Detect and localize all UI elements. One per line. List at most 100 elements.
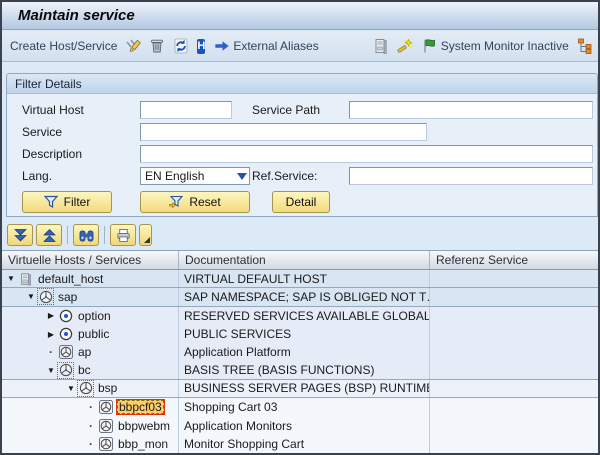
filter-details-body: Virtual Host Service Path Service Descri… — [7, 94, 597, 216]
maintain-service-window: Maintain service Create Host/Service H E… — [0, 0, 600, 455]
host-icon[interactable] — [18, 271, 33, 286]
edit-pencil-icon[interactable] — [125, 37, 141, 55]
service-path-label: Service Path — [252, 102, 320, 118]
referenz-service-cell[interactable] — [430, 435, 598, 453]
expander-icon[interactable]: ▼ — [66, 384, 76, 393]
service-icon[interactable] — [98, 418, 113, 433]
referenz-service-cell[interactable] — [430, 343, 598, 361]
reset-button[interactable]: Reset — [140, 191, 250, 213]
system-monitor-button[interactable]: System Monitor Inactive — [421, 37, 569, 55]
services-tree-table: Virtuelle Hosts / Services Documentation… — [2, 250, 598, 453]
service-tree-icon[interactable] — [58, 363, 73, 378]
create-host-service-button[interactable]: Create Host/Service — [10, 39, 117, 53]
table-row[interactable]: ▼ bsp BUSINESS SERVER PAGES (BSP) RUNTIME — [2, 380, 598, 398]
external-arrow-icon — [213, 37, 231, 55]
option-icon[interactable] — [58, 327, 73, 342]
expander-icon[interactable]: ▼ — [46, 366, 56, 375]
service-name[interactable]: bbpwebm — [116, 419, 172, 433]
documentation-cell[interactable]: BUSINESS SERVER PAGES (BSP) RUNTIME — [179, 380, 430, 397]
service-name[interactable]: bc — [76, 363, 93, 377]
table-row[interactable]: ·apApplication Platform — [2, 343, 598, 361]
service-tree-icon[interactable] — [38, 289, 53, 304]
filter-details-title: Filter Details — [15, 77, 82, 91]
service-name[interactable]: bbp_mon — [116, 437, 170, 451]
documentation-cell[interactable]: Application Monitors — [179, 416, 430, 434]
referenz-service-cell[interactable] — [430, 288, 598, 305]
tree-rows: ▼default_hostVIRTUAL DEFAULT HOST▼sapSAP… — [2, 270, 598, 453]
service-name[interactable]: default_host — [36, 272, 105, 286]
print-icon[interactable] — [110, 224, 136, 246]
service-name[interactable]: ap — [76, 345, 93, 359]
referenz-service-cell[interactable] — [430, 380, 598, 397]
service-path-field[interactable] — [349, 101, 593, 119]
documentation-cell[interactable]: PUBLIC SERVICES — [179, 325, 430, 343]
documentation-cell[interactable]: Application Platform — [179, 343, 430, 361]
green-flag-icon — [421, 37, 439, 55]
table-row[interactable]: ▶ public PUBLIC SERVICES — [2, 325, 598, 343]
ref-service-field[interactable] — [349, 167, 593, 185]
referenz-service-cell[interactable] — [430, 307, 598, 325]
table-row[interactable]: ▼ sap SAP NAMESPACE; SAP IS OBLIGED NOT T… — [2, 288, 598, 306]
refresh-icon[interactable] — [173, 37, 189, 55]
service-name[interactable]: public — [76, 327, 111, 341]
option-icon[interactable] — [58, 308, 73, 323]
hierarchy-icon[interactable] — [577, 37, 593, 55]
service-tree-cell: ▼ default_host — [2, 270, 179, 287]
filter-details-header: Filter Details — [7, 74, 597, 94]
documentation-cell[interactable]: Monitor Shopping Cart — [179, 435, 430, 453]
table-row[interactable]: · bbpwebm Application Monitors — [2, 416, 598, 434]
column-header-documentation[interactable]: Documentation — [179, 251, 430, 269]
external-aliases-button[interactable]: External Aliases — [213, 37, 318, 55]
service-field[interactable] — [140, 123, 427, 141]
column-header-hosts[interactable]: Virtuelle Hosts / Services — [2, 251, 179, 269]
expander-icon[interactable]: ▼ — [26, 292, 36, 301]
service-label: Service — [22, 124, 134, 140]
table-row[interactable]: ▼ default_host VIRTUAL DEFAULT HOST — [2, 270, 598, 288]
referenz-service-cell[interactable] — [430, 270, 598, 287]
documentation-cell[interactable]: BASIS TREE (BASIS FUNCTIONS) — [179, 362, 430, 379]
expander-icon[interactable]: ▶ — [46, 311, 56, 320]
server-icon[interactable] — [373, 37, 389, 55]
chevron-down-icon — [237, 173, 247, 180]
referenz-service-cell[interactable] — [430, 398, 598, 416]
expander-icon[interactable]: ▶ — [46, 330, 56, 339]
referenz-service-cell[interactable] — [430, 325, 598, 343]
wizard-wand-icon[interactable] — [397, 37, 413, 55]
filter-button[interactable]: Filter — [22, 191, 112, 213]
help-h-icon[interactable]: H — [197, 39, 205, 54]
service-icon[interactable] — [58, 345, 73, 360]
leaf-bullet-icon: · — [86, 419, 96, 433]
expander-icon[interactable]: ▼ — [6, 274, 16, 283]
documentation-cell[interactable]: RESERVED SERVICES AVAILABLE GLOBALLY — [179, 307, 430, 325]
detail-button[interactable]: Detail — [272, 191, 330, 213]
page-title: Maintain service — [18, 7, 135, 24]
virtual-host-field[interactable] — [140, 101, 232, 119]
trash-icon[interactable] — [149, 37, 165, 55]
print-dropdown-icon[interactable] — [139, 224, 152, 246]
referenz-service-cell[interactable] — [430, 416, 598, 434]
documentation-cell[interactable]: VIRTUAL DEFAULT HOST — [179, 270, 430, 287]
service-name-selected[interactable]: bbpcf03 — [116, 399, 165, 415]
referenz-service-cell[interactable] — [430, 362, 598, 379]
service-icon[interactable] — [98, 436, 113, 451]
service-tree-icon[interactable] — [78, 381, 93, 396]
table-row[interactable]: ▶ option RESERVED SERVICES AVAILABLE GLOBA… — [2, 307, 598, 325]
service-name[interactable]: bsp — [96, 381, 119, 395]
table-row[interactable]: ·bbp_monMonitor Shopping Cart — [2, 435, 598, 453]
language-select[interactable]: EN English — [140, 167, 250, 185]
documentation-cell[interactable]: SAP NAMESPACE; SAP IS OBLIGED NOT T… — [179, 288, 430, 305]
table-row[interactable]: · bbpcf03 Shopping Cart 03 — [2, 398, 598, 416]
filter-funnel-icon — [44, 195, 58, 209]
description-field[interactable] — [140, 145, 593, 163]
service-name[interactable]: option — [76, 309, 113, 323]
column-header-referenz[interactable]: Referenz Service — [430, 251, 598, 269]
service-icon[interactable] — [98, 400, 113, 415]
table-row[interactable]: ▼ bc BASIS TREE (BASIS FUNCTIONS) — [2, 362, 598, 380]
leaf-bullet-icon: · — [86, 400, 96, 414]
documentation-cell[interactable]: Shopping Cart 03 — [179, 398, 430, 416]
find-icon[interactable] — [73, 224, 99, 246]
collapse-all-icon[interactable] — [36, 224, 62, 246]
service-name[interactable]: sap — [56, 290, 79, 304]
expand-all-icon[interactable] — [7, 224, 33, 246]
application-toolbar: Create Host/Service H External Aliases — [2, 31, 598, 62]
